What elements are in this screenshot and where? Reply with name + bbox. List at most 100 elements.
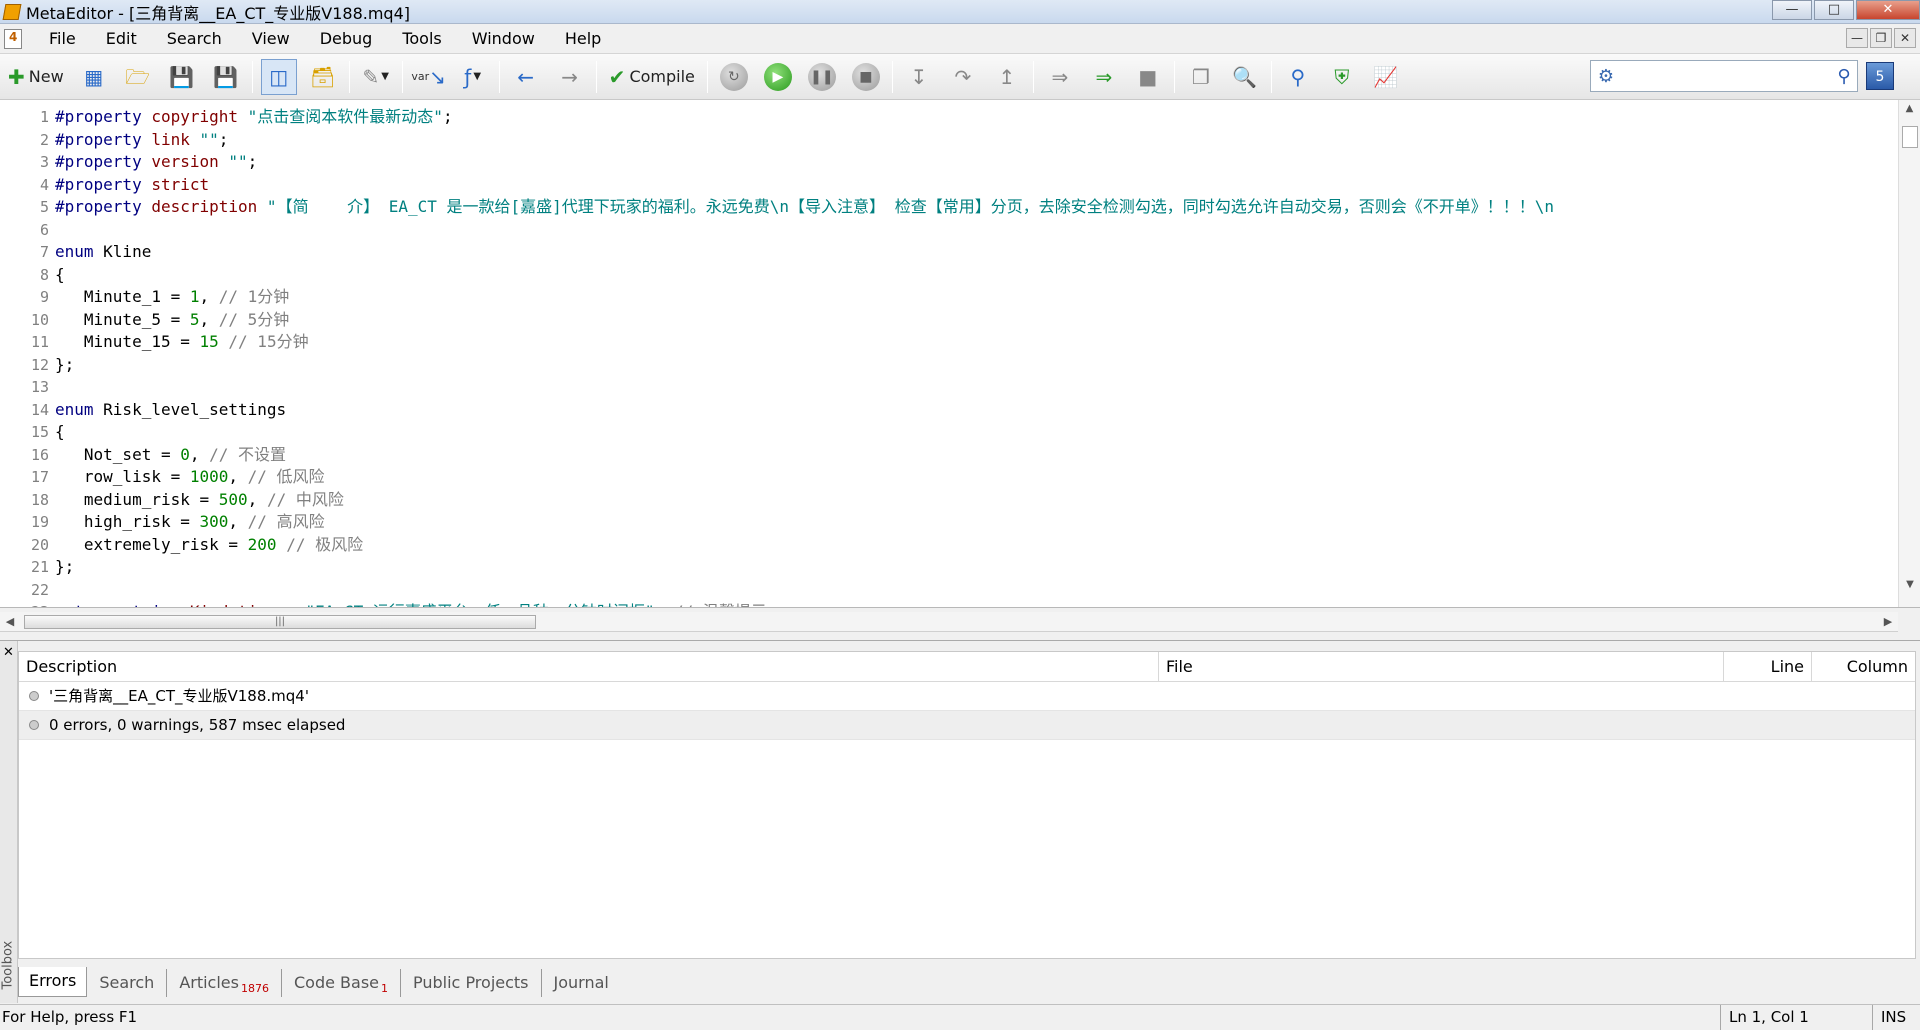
column-file[interactable]: File xyxy=(1159,652,1724,681)
horizontal-scroll-thumb[interactable]: ||| xyxy=(24,615,536,629)
code-line[interactable]: enum Kline xyxy=(55,241,1885,264)
code-line[interactable]: extremely_risk = 200 // 极风险 xyxy=(55,534,1885,557)
scroll-right-icon[interactable]: ▶ xyxy=(1878,612,1898,632)
close-icon[interactable]: ✕ xyxy=(3,645,14,660)
doc-restore-button[interactable]: ❐ xyxy=(1870,28,1892,48)
code-line[interactable]: Not_set = 0, // 不设置 xyxy=(55,444,1885,467)
code-line[interactable]: extern string Kind_tips = "EA_CT 运行嘉盛平台，… xyxy=(55,601,1885,607)
table-row[interactable]: 0 errors, 0 warnings, 587 msec elapsed xyxy=(19,711,1915,740)
column-column[interactable]: Column xyxy=(1812,652,1915,681)
line-number: 18 xyxy=(30,490,49,509)
code-line[interactable]: { xyxy=(55,264,1885,287)
gear-icon[interactable]: ⚙ xyxy=(1592,62,1620,90)
toggle-toolbox-button[interactable]: 🗃 xyxy=(305,59,341,95)
copy-button[interactable]: ❐ xyxy=(1183,59,1219,95)
scroll-up-icon[interactable]: ▲ xyxy=(1899,100,1920,118)
mql5-wizard-button[interactable]: ⚲ xyxy=(1280,59,1316,95)
tab-search[interactable]: Search xyxy=(87,969,168,997)
menu-file[interactable]: File xyxy=(34,25,91,53)
code-line[interactable] xyxy=(55,579,1885,602)
menu-window[interactable]: Window xyxy=(457,25,550,53)
menu-help[interactable]: Help xyxy=(550,25,616,53)
close-button[interactable]: ✕ xyxy=(1856,0,1920,20)
code-line[interactable]: #property strict xyxy=(55,174,1885,197)
minimize-button[interactable]: — xyxy=(1772,0,1812,20)
scroll-down-icon[interactable]: ▼ xyxy=(1899,576,1920,594)
code-line[interactable]: high_risk = 300, // 高风险 xyxy=(55,511,1885,534)
toggle-navigator-button[interactable]: ◫ xyxy=(260,58,297,95)
horizontal-scrollbar[interactable]: ◀ ||| ▶ xyxy=(0,612,1898,632)
step-out-button[interactable]: ↥ xyxy=(989,59,1025,95)
find-button[interactable]: 🔍 xyxy=(1227,59,1263,95)
code-line[interactable]: row_lisk = 1000, // 低风险 xyxy=(55,466,1885,489)
search-icon[interactable]: ⚲ xyxy=(1831,66,1857,87)
code-line[interactable] xyxy=(55,376,1885,399)
menu-debug[interactable]: Debug xyxy=(305,25,388,53)
start-debug-button[interactable]: ▶ xyxy=(760,59,796,95)
vertical-scrollbar[interactable]: ▲ ▼ xyxy=(1898,100,1920,607)
scroll-left-icon[interactable]: ◀ xyxy=(0,612,20,632)
code-line[interactable]: #property link ""; xyxy=(55,129,1885,152)
column-description[interactable]: Description xyxy=(19,652,1159,681)
column-line[interactable]: Line xyxy=(1724,652,1812,681)
code-line[interactable]: Minute_5 = 5, // 5分钟 xyxy=(55,309,1885,332)
tab-journal[interactable]: Journal xyxy=(542,969,621,997)
doc-minimize-button[interactable]: — xyxy=(1846,28,1868,48)
doc-close-button[interactable]: ✕ xyxy=(1894,28,1916,48)
insert-variable-button[interactable]: var ↘ xyxy=(411,59,447,95)
code-editor[interactable]: 1234567891011121314151617181920212223 #p… xyxy=(0,100,1920,608)
save-all-button[interactable]: 💾 xyxy=(208,59,244,95)
code-line[interactable]: #property copyright "点击查阅本软件最新动态"; xyxy=(55,106,1885,129)
maximize-button[interactable]: □ xyxy=(1814,0,1854,20)
code-line[interactable]: enum Risk_level_settings xyxy=(55,399,1885,422)
menu-view[interactable]: View xyxy=(237,25,305,53)
search-input[interactable] xyxy=(1621,62,1831,90)
code-token: high_risk = xyxy=(55,512,200,531)
code-line[interactable]: #property version ""; xyxy=(55,151,1885,174)
forward-button[interactable]: → xyxy=(552,59,588,95)
code-line[interactable]: Minute_15 = 15 // 15分钟 xyxy=(55,331,1885,354)
run-to-cursor-button[interactable]: ⇒ xyxy=(1086,59,1122,95)
tab-errors[interactable]: Errors xyxy=(18,967,88,997)
tab-public-projects[interactable]: Public Projects xyxy=(401,969,542,997)
code-token: row_lisk = xyxy=(55,467,190,486)
new-button[interactable]: ✚ New xyxy=(4,59,68,95)
document-icon[interactable] xyxy=(4,28,22,49)
open-button[interactable]: 🗁 xyxy=(120,59,156,95)
table-row[interactable]: '三角背离__EA_CT_专业版V188.mq4' xyxy=(19,682,1915,711)
tab-articles[interactable]: Articles 1876 xyxy=(167,969,282,997)
vertical-scroll-thumb[interactable] xyxy=(1902,126,1918,148)
step-into-button[interactable]: ↧ xyxy=(901,59,937,95)
menu-search[interactable]: Search xyxy=(152,25,237,53)
new-project-button[interactable]: ▦ xyxy=(76,59,112,95)
code-token: // 15分钟 xyxy=(228,332,309,351)
code-line[interactable]: }; xyxy=(55,556,1885,579)
start-on-history-button[interactable]: ↻ xyxy=(716,59,752,95)
code-line[interactable]: { xyxy=(55,421,1885,444)
pause-debug-button[interactable]: ❚❚ xyxy=(804,59,840,95)
code-line[interactable] xyxy=(55,219,1885,242)
breakpoint-button[interactable]: ⇒ xyxy=(1042,59,1078,95)
code-line[interactable]: medium_risk = 500, // 中风险 xyxy=(55,489,1885,512)
insert-function-button[interactable]: ƒ ▼ xyxy=(455,59,491,95)
terminal-button[interactable]: 📈 xyxy=(1368,59,1404,95)
compile-button[interactable]: ✔ Compile xyxy=(605,59,699,95)
code-token: #property xyxy=(55,129,142,149)
back-button[interactable]: ← xyxy=(508,59,544,95)
code-line[interactable]: }; xyxy=(55,354,1885,377)
styler-dropdown-button[interactable]: ✎ ▼ xyxy=(358,59,394,95)
save-button[interactable]: 💾 xyxy=(164,59,200,95)
toolbox-tabs: Errors Search Articles 1876 Code Base 1 Pu… xyxy=(18,967,621,999)
title-bar: MetaEditor - [三角背离__EA_CT_专业版V188.mq4] —… xyxy=(0,0,1920,24)
stop-profiling-button[interactable]: ■ xyxy=(1130,59,1166,95)
code-line[interactable]: Minute_1 = 1, // 1分钟 xyxy=(55,286,1885,309)
menu-edit[interactable]: Edit xyxy=(91,25,152,53)
storage-button[interactable]: ⛨ xyxy=(1324,59,1360,95)
search-results-button[interactable]: 5 xyxy=(1866,62,1894,90)
step-over-button[interactable]: ↷ xyxy=(945,59,981,95)
tab-code-base[interactable]: Code Base 1 xyxy=(282,969,401,997)
stop-debug-button[interactable]: ■ xyxy=(848,59,884,95)
code-area[interactable]: #property copyright "点击查阅本软件最新动态"; #prope… xyxy=(55,106,1885,607)
menu-tools[interactable]: Tools xyxy=(387,25,456,53)
code-line[interactable]: #property description "【简 介】 EA_CT 是一款给[… xyxy=(55,196,1885,219)
